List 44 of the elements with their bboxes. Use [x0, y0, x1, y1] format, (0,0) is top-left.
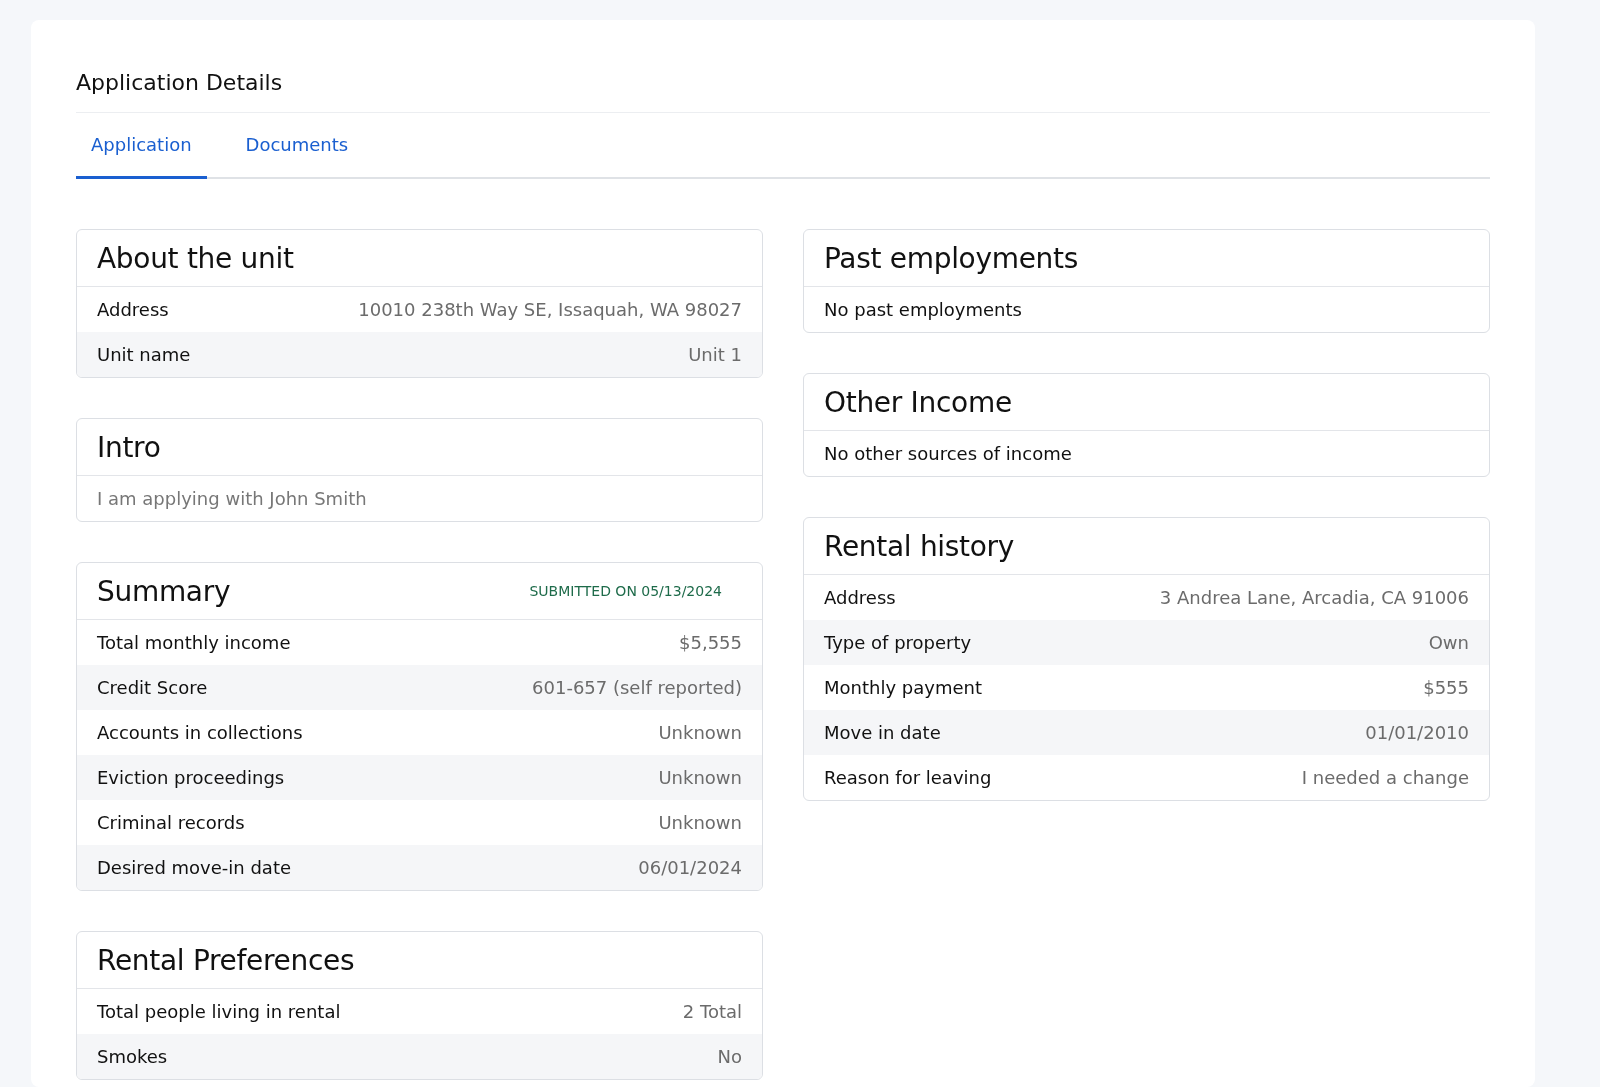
- card-text: I am applying with John Smith: [97, 488, 367, 509]
- row-value: No: [717, 1046, 742, 1067]
- row-value: Own: [1428, 632, 1469, 653]
- row-label: Smokes: [97, 1046, 168, 1067]
- row-value: 10010 238th Way SE, Issaquah, WA 98027: [358, 299, 742, 320]
- row-value: Unit 1: [688, 344, 742, 365]
- card-title: Summary: [97, 574, 231, 608]
- row-label: Address: [97, 299, 169, 320]
- row-value: $555: [1423, 677, 1469, 698]
- row-value: 3 Andrea Lane, Arcadia, CA 91006: [1159, 587, 1469, 608]
- card-title: Past employments: [824, 241, 1079, 275]
- card-title: Other Income: [824, 385, 1012, 419]
- row-value: 601-657 (self reported): [532, 677, 742, 698]
- row-label: Reason for leaving: [824, 767, 992, 788]
- row-label: Accounts in collections: [97, 722, 303, 743]
- card-title: About the unit: [97, 241, 294, 275]
- card-title: Rental Preferences: [97, 943, 355, 977]
- row-label: Unit name: [97, 344, 191, 365]
- row-value: $5,555: [679, 632, 742, 653]
- row-label: Eviction proceedings: [97, 767, 285, 788]
- row-value: Unknown: [658, 812, 742, 833]
- row-value: Unknown: [658, 722, 742, 743]
- row-label: Criminal records: [97, 812, 245, 833]
- tab[interactable]: Documents: [230, 113, 364, 179]
- row-label: Total people living in rental: [97, 1001, 341, 1022]
- row-value: 01/01/2010: [1365, 722, 1469, 743]
- card-title: Rental history: [824, 529, 1015, 563]
- row-label: Total monthly income: [97, 632, 291, 653]
- card-text: No past employments: [824, 299, 1022, 320]
- tab[interactable]: Application: [76, 113, 207, 179]
- card-title: Intro: [97, 430, 161, 464]
- card-text: No other sources of income: [824, 443, 1072, 464]
- row-label: Credit Score: [97, 677, 208, 698]
- row-label: Move in date: [824, 722, 941, 743]
- row-label: Type of property: [824, 632, 972, 653]
- row-label: Monthly payment: [824, 677, 982, 698]
- row-value: Unknown: [658, 767, 742, 788]
- row-value: 06/01/2024: [638, 857, 742, 878]
- row-label: Address: [824, 587, 896, 608]
- row-value: I needed a change: [1301, 767, 1469, 788]
- row-label: Desired move-in date: [97, 857, 292, 878]
- row-value: 2 Total: [682, 1001, 742, 1022]
- page-title: Application Details: [76, 20, 1490, 113]
- submitted-date: SUBMITTED ON 05/13/2024: [529, 583, 722, 599]
